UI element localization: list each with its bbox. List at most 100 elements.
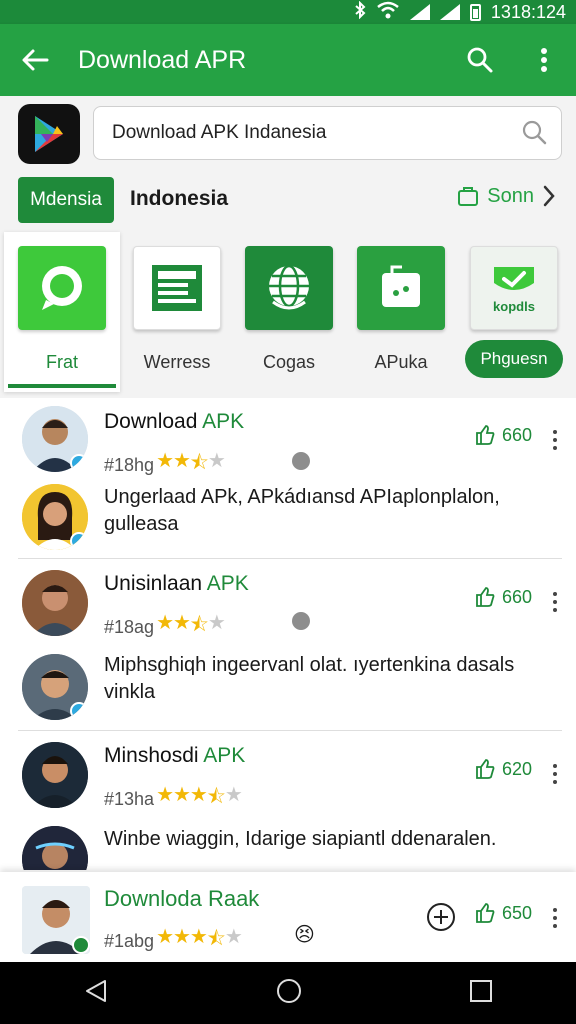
- avatar: [22, 826, 88, 870]
- region-chip[interactable]: Mdensia: [18, 177, 114, 223]
- divider: [18, 558, 562, 559]
- like-count[interactable]: 660: [474, 586, 532, 608]
- item-more-menu[interactable]: [548, 764, 562, 784]
- nav-back-button[interactable]: [83, 978, 109, 1009]
- search-input-value: Download APK Indanesia: [112, 122, 327, 143]
- nav-home-icon: [276, 978, 301, 1003]
- item-description: Winbe wiaggin, Idarige siapiantl ddenara…: [104, 828, 497, 850]
- search-input[interactable]: Download APK Indanesia: [93, 106, 562, 160]
- add-circle-icon: [427, 903, 455, 931]
- item-more-menu[interactable]: [548, 430, 562, 450]
- battery-icon: [469, 3, 481, 21]
- rating-stars: ★★ ⯪ ★: [156, 450, 226, 474]
- item-meta: #18hg ★★ ⯪ ★: [104, 448, 226, 482]
- back-button[interactable]: [0, 24, 70, 96]
- thumbs-up-icon: [476, 759, 495, 779]
- verified-badge-icon: [72, 936, 90, 954]
- page-title: Download APR: [78, 45, 247, 74]
- list-item[interactable]: Unisinlaan APK #18ag ★★ ⯪ ★ 660 Miphsghiqh…: [0, 560, 576, 730]
- item-meta: #1abg ★★★ ⯪ ★: [104, 924, 243, 958]
- globe-icon: [245, 246, 333, 330]
- region-name: Indonesia: [130, 187, 229, 210]
- avatar: [22, 654, 88, 720]
- avatar: [22, 484, 88, 550]
- app-list: Download APK #18hg ★★ ⯪ ★ 660 Ungerlaad AP…: [0, 398, 576, 870]
- bottom-item-card[interactable]: Downloda Raak #1abg ★★★ ⯪ ★ 😣 650: [0, 872, 576, 962]
- status-bar: 1318:124: [0, 0, 576, 24]
- thumbs-up-icon: [476, 425, 495, 445]
- info-icon[interactable]: [292, 612, 310, 630]
- search-field-icon[interactable]: [521, 119, 549, 153]
- category-label: Frat: [45, 352, 78, 372]
- shield-check-icon: kopdls: [470, 246, 558, 330]
- category-tab-apuka[interactable]: APuka: [345, 232, 457, 392]
- play-store-logo-icon: [35, 116, 63, 152]
- nav-recents-button[interactable]: [469, 979, 493, 1008]
- avatar: [22, 570, 88, 636]
- item-title: Unisinlaan APK: [104, 572, 249, 595]
- active-tab-indicator: [8, 384, 116, 388]
- back-arrow-icon: [22, 49, 49, 71]
- more-vert-icon: [541, 48, 547, 72]
- app-bar: Download APR: [0, 24, 576, 96]
- category-label: Cogas: [262, 352, 316, 372]
- system-nav-bar: [0, 962, 576, 1024]
- save-label: Sonn: [487, 184, 534, 207]
- status-time: 1318:124: [490, 1, 566, 22]
- item-meta: #18ag ★★ ⯪ ★: [104, 610, 226, 644]
- nav-back-icon: [86, 979, 107, 1002]
- like-count[interactable]: 660: [474, 424, 532, 446]
- search-button[interactable]: [448, 24, 512, 96]
- rating-stars: ★★ ⯪ ★: [156, 612, 226, 636]
- add-button[interactable]: [426, 902, 456, 937]
- like-count[interactable]: 620: [474, 758, 532, 780]
- item-more-menu[interactable]: [548, 908, 562, 928]
- nav-home-button[interactable]: [276, 978, 302, 1009]
- avatar: [22, 406, 88, 472]
- item-title: Downloda Raak: [104, 886, 260, 911]
- save-button[interactable]: Sonn: [457, 184, 556, 208]
- list-item[interactable]: Minshosdi APK #13ha ★★★ ⯪ ★ 620 Winbe wiag…: [0, 732, 576, 870]
- list-item[interactable]: Download APK #18hg ★★ ⯪ ★ 660 Ungerlaad AP…: [0, 398, 576, 558]
- verified-badge-icon: [70, 454, 88, 472]
- category-strip: Frat Werress Cogas APuka kopdls Phguesn: [0, 232, 576, 398]
- search-icon: [467, 47, 493, 73]
- chat-bubble-icon: [18, 246, 106, 330]
- wifi-icon: [376, 1, 400, 24]
- overflow-menu-button[interactable]: [512, 24, 576, 96]
- like-count[interactable]: 650: [474, 902, 532, 924]
- category-tab-werress[interactable]: Werress: [121, 232, 233, 392]
- tile-caption: kopdls: [493, 298, 535, 314]
- avatar: [22, 742, 88, 808]
- cell-signal-2-icon: [439, 4, 460, 20]
- info-icon[interactable]: [292, 452, 310, 470]
- category-pill-phguesn[interactable]: Phguesn: [465, 340, 563, 378]
- thumbs-up-icon: [476, 903, 495, 923]
- header-area: Download APK Indanesia Mdensia Indonesia…: [0, 96, 576, 398]
- verified-badge-icon: [70, 702, 88, 720]
- bag-icon: [458, 187, 479, 206]
- item-title: Minshosdi APK: [104, 744, 246, 767]
- thumbs-up-icon: [476, 587, 495, 607]
- avatar: [22, 886, 90, 954]
- bluetooth-icon: [354, 0, 366, 24]
- chevron-right-icon: [543, 185, 555, 207]
- category-label: Werress: [143, 352, 211, 372]
- emoji-icon: 😣: [294, 924, 315, 946]
- item-more-menu[interactable]: [548, 592, 562, 612]
- category-tab-frat[interactable]: Frat: [4, 232, 120, 392]
- item-meta: #13ha ★★★ ⯪ ★: [104, 782, 243, 816]
- document-icon: [133, 246, 221, 330]
- rating-stars: ★★★ ⯪ ★: [156, 784, 243, 808]
- category-label: APuka: [374, 352, 428, 372]
- rating-stars: ★★★ ⯪ ★: [156, 926, 243, 950]
- divider: [18, 730, 562, 731]
- cell-signal-icon: [409, 4, 430, 20]
- item-description: Ungerlaad APk, APkádıansd APIaplonplalon…: [104, 486, 500, 535]
- verified-badge-icon: [70, 532, 88, 550]
- item-title: Download APK: [104, 410, 245, 433]
- category-tab-cogas[interactable]: Cogas: [233, 232, 345, 392]
- nav-recents-icon: [469, 979, 492, 1002]
- item-description: Miphsghiqh ingeervanl olat. ıyertenkina …: [104, 654, 515, 703]
- app-logo[interactable]: [18, 104, 80, 164]
